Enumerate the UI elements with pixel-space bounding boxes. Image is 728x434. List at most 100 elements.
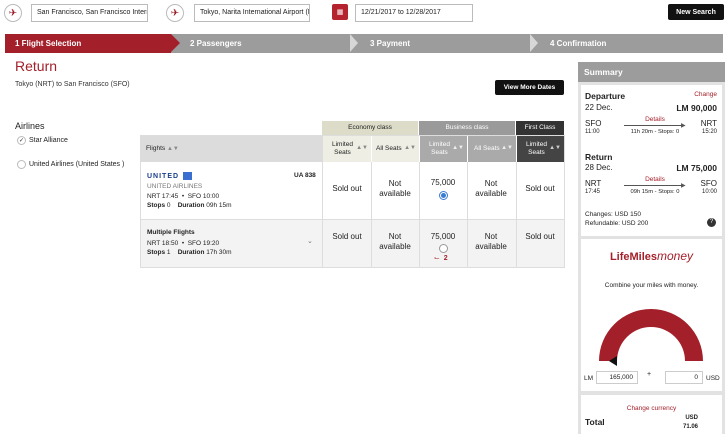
fare-radio[interactable]	[439, 244, 448, 253]
miles-money-gauge[interactable]	[593, 299, 710, 363]
econ-limited-label: Limited Seats	[332, 141, 353, 156]
total-currency: USD	[685, 415, 698, 421]
sort-icon[interactable]: ▲▼	[549, 145, 561, 151]
econ-limited-cell: Sold out	[332, 232, 362, 241]
econ-all-cell: Not available	[379, 232, 411, 251]
econ-all-header[interactable]: All Seats ▲▼	[371, 136, 419, 162]
departure-to: NRT	[700, 119, 717, 128]
combine-text: Combine your miles with money.	[604, 282, 699, 289]
calendar-icon[interactable]: ▦	[332, 4, 348, 20]
step-payment: 3 Payment	[370, 39, 411, 48]
plus-sign: +	[647, 371, 652, 378]
step-passengers: 2 Passengers	[190, 39, 242, 48]
airline-name: UNITED AIRLINES	[147, 183, 203, 190]
first-limited-label: Limited Seats	[526, 141, 547, 156]
econ-all-label: All Seats	[376, 145, 402, 152]
bus-all-header[interactable]: All Seats ▲▼	[467, 136, 516, 162]
econ-limited-header[interactable]: Limited Seats ▲▼	[323, 136, 371, 162]
flight-stops-duration: Stops 0 Duration 09h 15m	[147, 202, 232, 209]
bus-all-label: All Seats	[474, 145, 500, 152]
economy-class-header: Economy class	[322, 121, 418, 135]
money-input[interactable]: 0	[665, 371, 703, 384]
dates-field[interactable]: 12/21/2017 to 12/28/2017	[355, 4, 473, 22]
usd-label: USD	[706, 375, 720, 382]
new-search-button[interactable]: New Search	[668, 4, 724, 20]
departure-details-link[interactable]: Details	[626, 116, 684, 123]
checkbox-empty-icon[interactable]	[17, 160, 26, 169]
sort-icon[interactable]: ▲▼	[356, 145, 368, 151]
departure-plane-icon: ✈	[4, 4, 22, 22]
summary-itinerary: Departure Change 22 Dec. LM 90,000 SFO 1…	[581, 85, 722, 236]
changes-fee: Changes: USD 150	[585, 211, 642, 218]
lifemiles-money-box: LifeMilesmoney Combine your miles with m…	[581, 239, 722, 391]
arrow-line	[624, 125, 684, 126]
step-chevron	[171, 34, 180, 52]
page-title: Return	[15, 58, 58, 74]
united-logo: UNITED	[147, 172, 193, 180]
seat-icon: ⌙	[434, 255, 440, 262]
filter-label: Star Alliance	[29, 137, 68, 144]
return-from: NRT	[585, 179, 602, 188]
sort-icon[interactable]: ▲▼	[452, 145, 464, 151]
bus-all-cell: Not available	[475, 232, 507, 251]
sort-icon[interactable]: ▲▼	[501, 145, 513, 151]
step-flight-selection: 1 Flight Selection	[5, 34, 171, 53]
filter-united[interactable]: United Airlines (United States )	[17, 160, 124, 169]
total-label: Total	[585, 417, 605, 427]
departure-label: Departure	[585, 91, 626, 101]
business-class-header: Business class	[419, 121, 515, 135]
progress-steps: 1 Flight Selection 2 Passengers 3 Paymen…	[5, 34, 723, 53]
fare-radio-selected[interactable]	[439, 191, 448, 200]
lm-label: LM	[584, 375, 594, 382]
flight-stops-duration: Stops 1 Duration 17h 30m	[147, 249, 232, 256]
lifemiles-money-logo: LifeMilesmoney	[609, 249, 694, 263]
step-chevron	[350, 34, 358, 52]
flight-times: NRT 17:45 • SFO 10:00	[147, 193, 220, 200]
miles-input[interactable]: 165,000	[596, 371, 638, 384]
summary-panel: Summary Departure Change 22 Dec. LM 90,0…	[578, 62, 725, 434]
flights-col-header[interactable]: Flights ▲▼	[146, 145, 179, 152]
first-limited-header[interactable]: Limited Seats ▲▼	[516, 136, 564, 162]
chevron-down-icon[interactable]: ⌄	[307, 237, 313, 245]
return-to: SFO	[700, 179, 717, 188]
first-class-header: First Class	[516, 121, 564, 135]
gauge-pointer-icon[interactable]	[609, 356, 617, 366]
refundable-fee: Refundable: USD 200	[585, 220, 649, 227]
change-link[interactable]: Change	[694, 91, 717, 98]
return-details-link[interactable]: Details	[626, 176, 684, 183]
first-limited-cell: Sold out	[525, 232, 555, 241]
filter-star-alliance[interactable]: ✓ Star Alliance	[17, 136, 68, 145]
arrow-right-icon: ▶	[681, 183, 686, 189]
table-row[interactable]: Multiple Flights NRT 18:50 • SFO 19:20 S…	[141, 220, 564, 267]
arrow-line	[624, 185, 684, 186]
united-globe-icon	[183, 172, 193, 180]
econ-limited-cell: Sold out	[332, 184, 362, 193]
bus-limited-price: 75,000	[430, 178, 456, 187]
flights-table: Flights ▲▼ Limited Seats ▲▼ All Seats ▲▼ …	[140, 135, 565, 268]
sort-icon[interactable]: ▲▼	[404, 145, 416, 151]
multiple-flights-label: Multiple Flights	[147, 229, 195, 236]
view-more-dates-button[interactable]: View More Dates	[495, 80, 564, 95]
bus-limited-price: 75,000	[430, 232, 456, 241]
departure-from: SFO	[585, 119, 602, 128]
step-chevron	[530, 34, 538, 52]
table-row[interactable]: UNITED UNITED AIRLINES UA 838 NRT 17:45 …	[141, 162, 564, 220]
help-icon[interactable]: ?	[707, 218, 716, 227]
bus-limited-header[interactable]: Limited Seats ▲▼	[419, 136, 467, 162]
flight-times: NRT 18:50 • SFO 19:20	[147, 240, 220, 247]
change-currency-link[interactable]: Change currency	[581, 405, 722, 412]
checkbox-checked-icon[interactable]: ✓	[17, 136, 26, 145]
seats-left: ⌙ 2	[434, 255, 448, 262]
departure-info: 11h 20m - Stops: 0	[630, 129, 680, 135]
airlines-filter-heading: Airlines	[15, 121, 45, 131]
step-confirmation: 4 Confirmation	[550, 39, 607, 48]
econ-all-cell: Not available	[379, 179, 411, 198]
sort-icon[interactable]: ▲▼	[167, 146, 179, 152]
origin-field[interactable]: San Francisco, San Francisco Interna	[31, 4, 148, 22]
return-info: 09h 15m - Stops: 0	[630, 189, 680, 195]
bus-limited-label: Limited Seats	[429, 141, 450, 156]
arrival-plane-icon: ✈	[166, 4, 184, 22]
destination-field[interactable]: Tokyo, Narita International Airport (NI	[194, 4, 310, 22]
departure-miles: LM 90,000	[676, 103, 717, 113]
return-miles: LM 75,000	[676, 163, 717, 173]
